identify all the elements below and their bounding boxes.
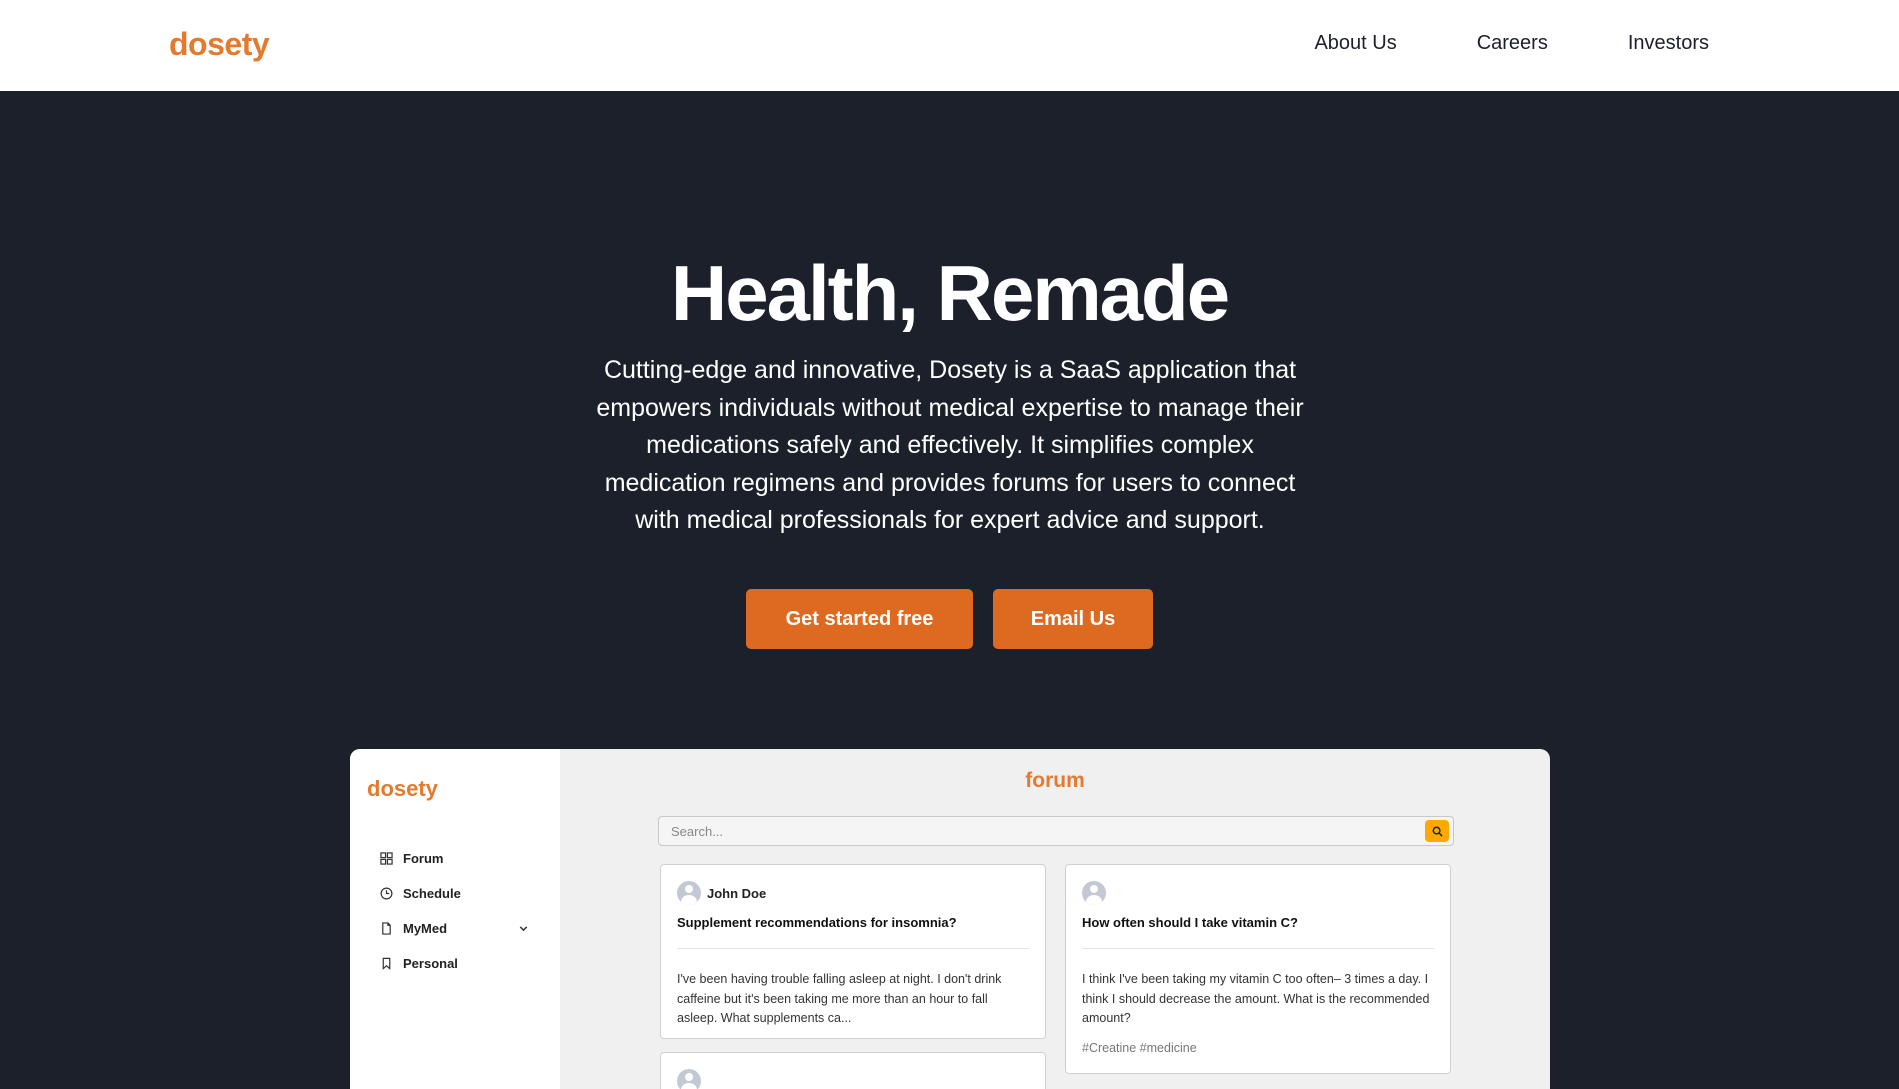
nav-careers[interactable]: Careers — [1477, 32, 1548, 55]
post-tags: #Creatine #medicine — [1082, 1041, 1197, 1055]
chevron-down-icon[interactable] — [517, 922, 530, 935]
sidebar-item-mymed[interactable]: MyMed — [380, 911, 540, 946]
preview-sidebar: dosety Forum Schedule MyMed Personal — [350, 749, 560, 1089]
get-started-button[interactable]: Get started free — [746, 589, 973, 649]
bookmark-icon — [382, 957, 391, 970]
hero-description: Cutting-edge and innovative, Dosety is a… — [596, 356, 1304, 534]
sidebar-item-label: Schedule — [403, 886, 461, 901]
nav-about-us[interactable]: About Us — [1314, 32, 1396, 55]
post-question: How often should I take vitamin C? — [1082, 915, 1298, 930]
sidebar-item-personal[interactable]: Personal — [380, 946, 540, 981]
post-body: I've been having trouble falling asleep … — [677, 972, 1002, 1025]
search-bar — [658, 816, 1454, 846]
post-body: I think I've been taking my vitamin C to… — [1082, 972, 1430, 1025]
sidebar-item-label: MyMed — [403, 921, 448, 936]
search-icon — [1432, 826, 1443, 837]
nav-links: About Us Careers Investors — [1314, 32, 1709, 55]
avatar — [677, 1069, 701, 1089]
avatar — [677, 881, 701, 905]
sidebar-item-label: Forum — [403, 851, 444, 866]
post-header: John Doe — [677, 881, 766, 905]
sidebar-item-label: Personal — [403, 956, 458, 971]
post-card[interactable]: How often should I take vitamin C? I thi… — [1065, 864, 1451, 1074]
file-icon — [382, 922, 391, 935]
app-preview: dosety Forum Schedule MyMed Personal for… — [350, 749, 1550, 1089]
email-us-button[interactable]: Email Us — [993, 589, 1153, 649]
preview-logo: dosety — [367, 776, 438, 801]
top-nav: dosety About Us Careers Investors — [0, 0, 1899, 91]
search-input[interactable] — [659, 817, 1399, 845]
forum-title: forum — [1025, 769, 1085, 792]
post-header — [677, 1069, 701, 1089]
post-header — [1082, 881, 1106, 905]
post-card[interactable] — [660, 1052, 1046, 1089]
sidebar-item-schedule[interactable]: Schedule — [380, 876, 540, 911]
sidebar-item-forum[interactable]: Forum — [380, 841, 540, 876]
nav-investors[interactable]: Investors — [1628, 32, 1709, 55]
divider — [1082, 948, 1434, 949]
post-card[interactable]: John Doe Supplement recommendations for … — [660, 864, 1046, 1039]
post-author: John Doe — [707, 885, 767, 901]
search-button[interactable] — [1425, 820, 1449, 842]
hero-title: Health, Remade — [670, 249, 1230, 337]
preview-main: forum John Doe Supplement recommendation… — [560, 749, 1550, 1089]
brand-logo[interactable]: dosety — [169, 26, 270, 63]
grid-icon — [380, 852, 393, 865]
preview-menu: Forum Schedule MyMed Personal — [380, 841, 540, 981]
post-question: Supplement recommendations for insomnia? — [677, 915, 957, 930]
divider — [677, 948, 1029, 949]
avatar — [1082, 881, 1106, 905]
clock-icon — [380, 887, 393, 900]
hero-buttons: Get started free Email Us — [0, 589, 1899, 649]
